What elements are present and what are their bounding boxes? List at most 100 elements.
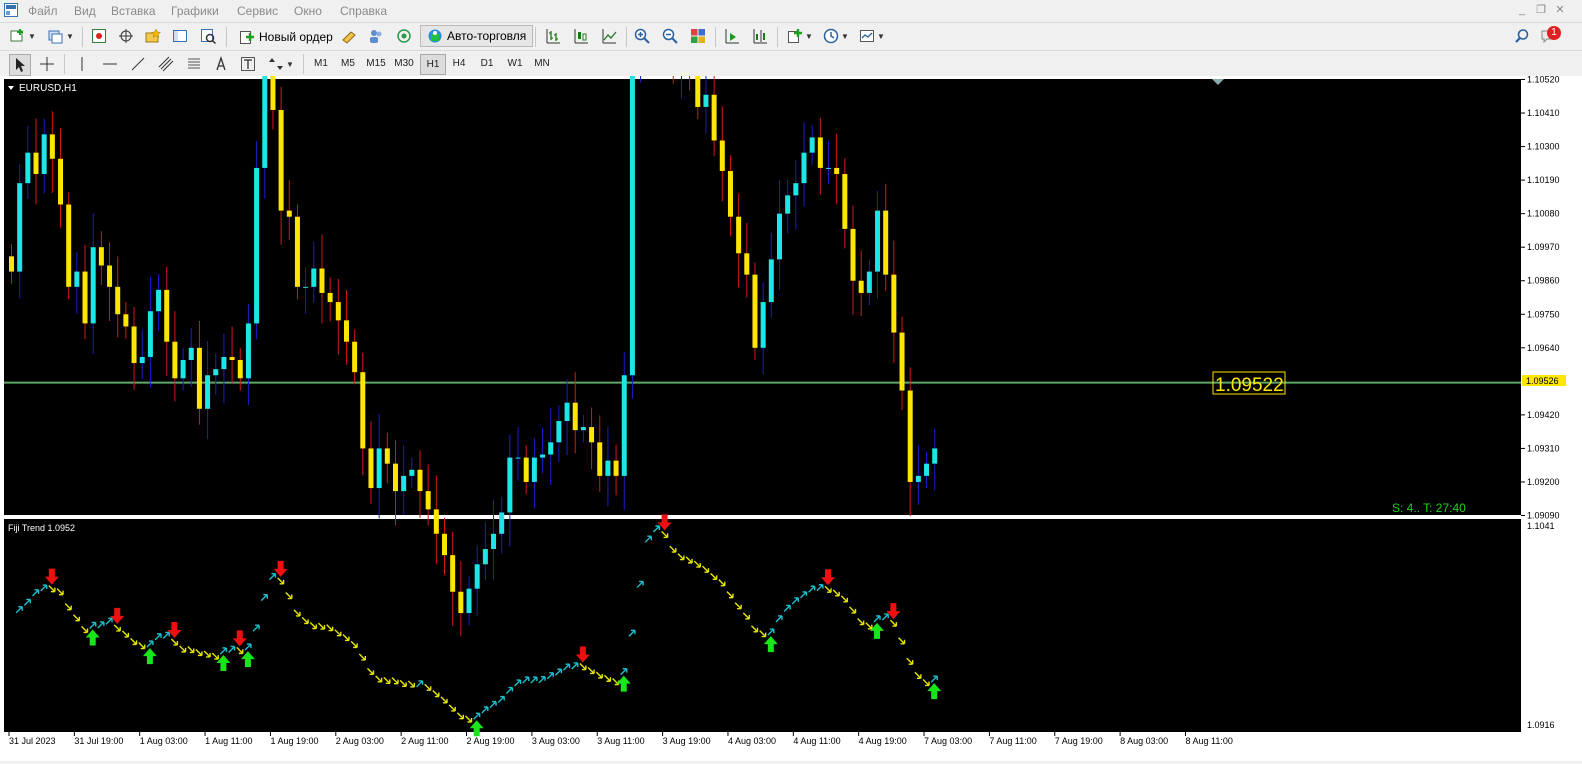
candle-body	[360, 372, 366, 449]
templates-button[interactable]: ▼	[857, 26, 887, 46]
candle-body	[531, 457, 537, 482]
menu-tools[interactable]: Сервис	[237, 4, 278, 18]
candle-body	[384, 448, 390, 464]
arrows-tool-button[interactable]: ▼	[266, 54, 296, 74]
candle-body	[826, 167, 831, 169]
toolbar-separator	[303, 54, 304, 74]
candle-body	[425, 491, 431, 510]
timeframe-h1[interactable]: H1	[420, 54, 446, 75]
chart-shift-button[interactable]	[750, 26, 770, 46]
time-axis-label: 31 Jul 2023	[9, 736, 56, 746]
new-chart-button[interactable]: ▼	[6, 26, 40, 46]
candle-body	[801, 152, 807, 184]
candle-body	[589, 427, 595, 443]
restore-button[interactable]: ❐	[1533, 3, 1549, 17]
candle-body	[793, 183, 799, 196]
timeframe-m30[interactable]: M30	[392, 54, 416, 73]
candle-body	[352, 341, 358, 373]
candle-body	[139, 356, 145, 364]
bar-chart-button[interactable]	[543, 26, 563, 46]
fibonacci-icon	[188, 58, 200, 69]
zoom-out-icon	[662, 28, 678, 44]
profiles-button[interactable]: ▼	[46, 26, 76, 46]
market-watch-button[interactable]	[89, 26, 109, 46]
candle-body	[727, 170, 733, 217]
new-order-button[interactable]: Новый ордер	[232, 26, 340, 48]
close-button[interactable]: ✕	[1552, 3, 1568, 17]
periods-button[interactable]: ▼	[821, 26, 851, 46]
chart-canvas[interactable]: 1.10520 1.10410 1.10300 1.10190 1.10080 1.099…	[0, 0, 1582, 761]
fibonacci-button[interactable]	[184, 54, 204, 74]
metaeditor-icon	[342, 31, 356, 44]
time-axis-label: 2 Aug 03:00	[336, 736, 384, 746]
candle-body	[319, 268, 325, 293]
signals-button[interactable]	[366, 26, 386, 46]
zoom-out-button[interactable]	[660, 26, 680, 46]
vps-button[interactable]	[394, 26, 414, 46]
terminal-button[interactable]	[170, 26, 190, 46]
menu-window[interactable]: Окно	[294, 4, 322, 18]
menu-charts[interactable]: Графики	[171, 4, 219, 18]
candle-body	[842, 174, 848, 229]
timeframe-mn[interactable]: MN	[530, 54, 554, 73]
vertical-line-button[interactable]	[72, 54, 92, 74]
candle-body	[303, 286, 309, 288]
candle-body	[785, 195, 791, 214]
timeframe-m5[interactable]: M5	[336, 54, 360, 73]
candle-body	[474, 564, 480, 589]
data-window-button[interactable]	[116, 26, 136, 46]
candle-body	[899, 332, 905, 391]
timeframe-m1[interactable]: M1	[309, 54, 333, 73]
horizontal-line-button[interactable]	[100, 54, 120, 74]
text-label-button[interactable]	[238, 54, 258, 74]
timeframe-m15[interactable]: M15	[364, 54, 388, 73]
arrows-icon	[269, 58, 284, 70]
candle-body	[817, 137, 823, 168]
candle-body	[466, 588, 472, 614]
status-text: S: 4.. T: 27:40	[1392, 501, 1466, 515]
candle-body	[107, 265, 113, 287]
line-chart-button[interactable]	[599, 26, 619, 46]
candle-body	[491, 533, 497, 550]
menu-view[interactable]: Вид	[74, 4, 96, 18]
price-axis-label: 1.09420	[1527, 410, 1560, 420]
navigator-button[interactable]	[143, 26, 163, 46]
timeframe-d1[interactable]: D1	[475, 54, 499, 73]
menu-help[interactable]: Справка	[340, 4, 387, 18]
indicator-panel[interactable]	[4, 519, 1521, 732]
search-button[interactable]	[1512, 26, 1532, 46]
trendline-button[interactable]	[128, 54, 148, 74]
candle-body	[809, 137, 815, 153]
app-icon	[4, 3, 18, 17]
candle-body	[442, 533, 448, 556]
time-axis-label: 2 Aug 11:00	[401, 736, 448, 746]
tile-windows-button[interactable]	[688, 26, 708, 46]
candle-body	[417, 469, 423, 492]
chart-window[interactable]: 1.10520 1.10410 1.10300 1.10190 1.10080 1.099…	[0, 0, 1582, 761]
time-axis-label: 4 Aug 03:00	[728, 736, 776, 746]
auto-trading-button[interactable]: Авто-торговля	[420, 25, 534, 47]
tester-icon	[201, 29, 216, 44]
strategy-tester-button[interactable]	[198, 26, 218, 46]
crosshair-tool-button[interactable]	[37, 54, 57, 74]
menu-file[interactable]: Файл	[28, 4, 58, 18]
menu-bar: Файл Вид Вставка Графики Сервис Окно Спр…	[0, 0, 1582, 22]
candle-body	[891, 274, 897, 333]
timeframe-w1[interactable]: W1	[503, 54, 527, 73]
equidistant-channel-button[interactable]	[156, 54, 176, 74]
metaeditor-button[interactable]	[339, 26, 359, 46]
timeframe-h4[interactable]: H4	[447, 54, 471, 73]
indicator-axis-top: 1.1041	[1527, 521, 1555, 531]
crosshair-icon	[40, 57, 54, 71]
price-panel[interactable]	[4, 79, 1521, 515]
zoom-in-button[interactable]	[632, 26, 652, 46]
cursor-tool-button[interactable]	[9, 54, 31, 76]
autoscroll-button[interactable]	[722, 26, 742, 46]
indicators-button[interactable]: ▼	[785, 26, 815, 46]
price-axis-label: 1.10190	[1527, 175, 1560, 185]
text-tool-button[interactable]	[211, 54, 231, 74]
menu-insert[interactable]: Вставка	[111, 4, 156, 18]
candle-body	[131, 326, 137, 364]
minimize-button[interactable]: _	[1514, 3, 1530, 17]
candles-button[interactable]	[571, 26, 591, 46]
